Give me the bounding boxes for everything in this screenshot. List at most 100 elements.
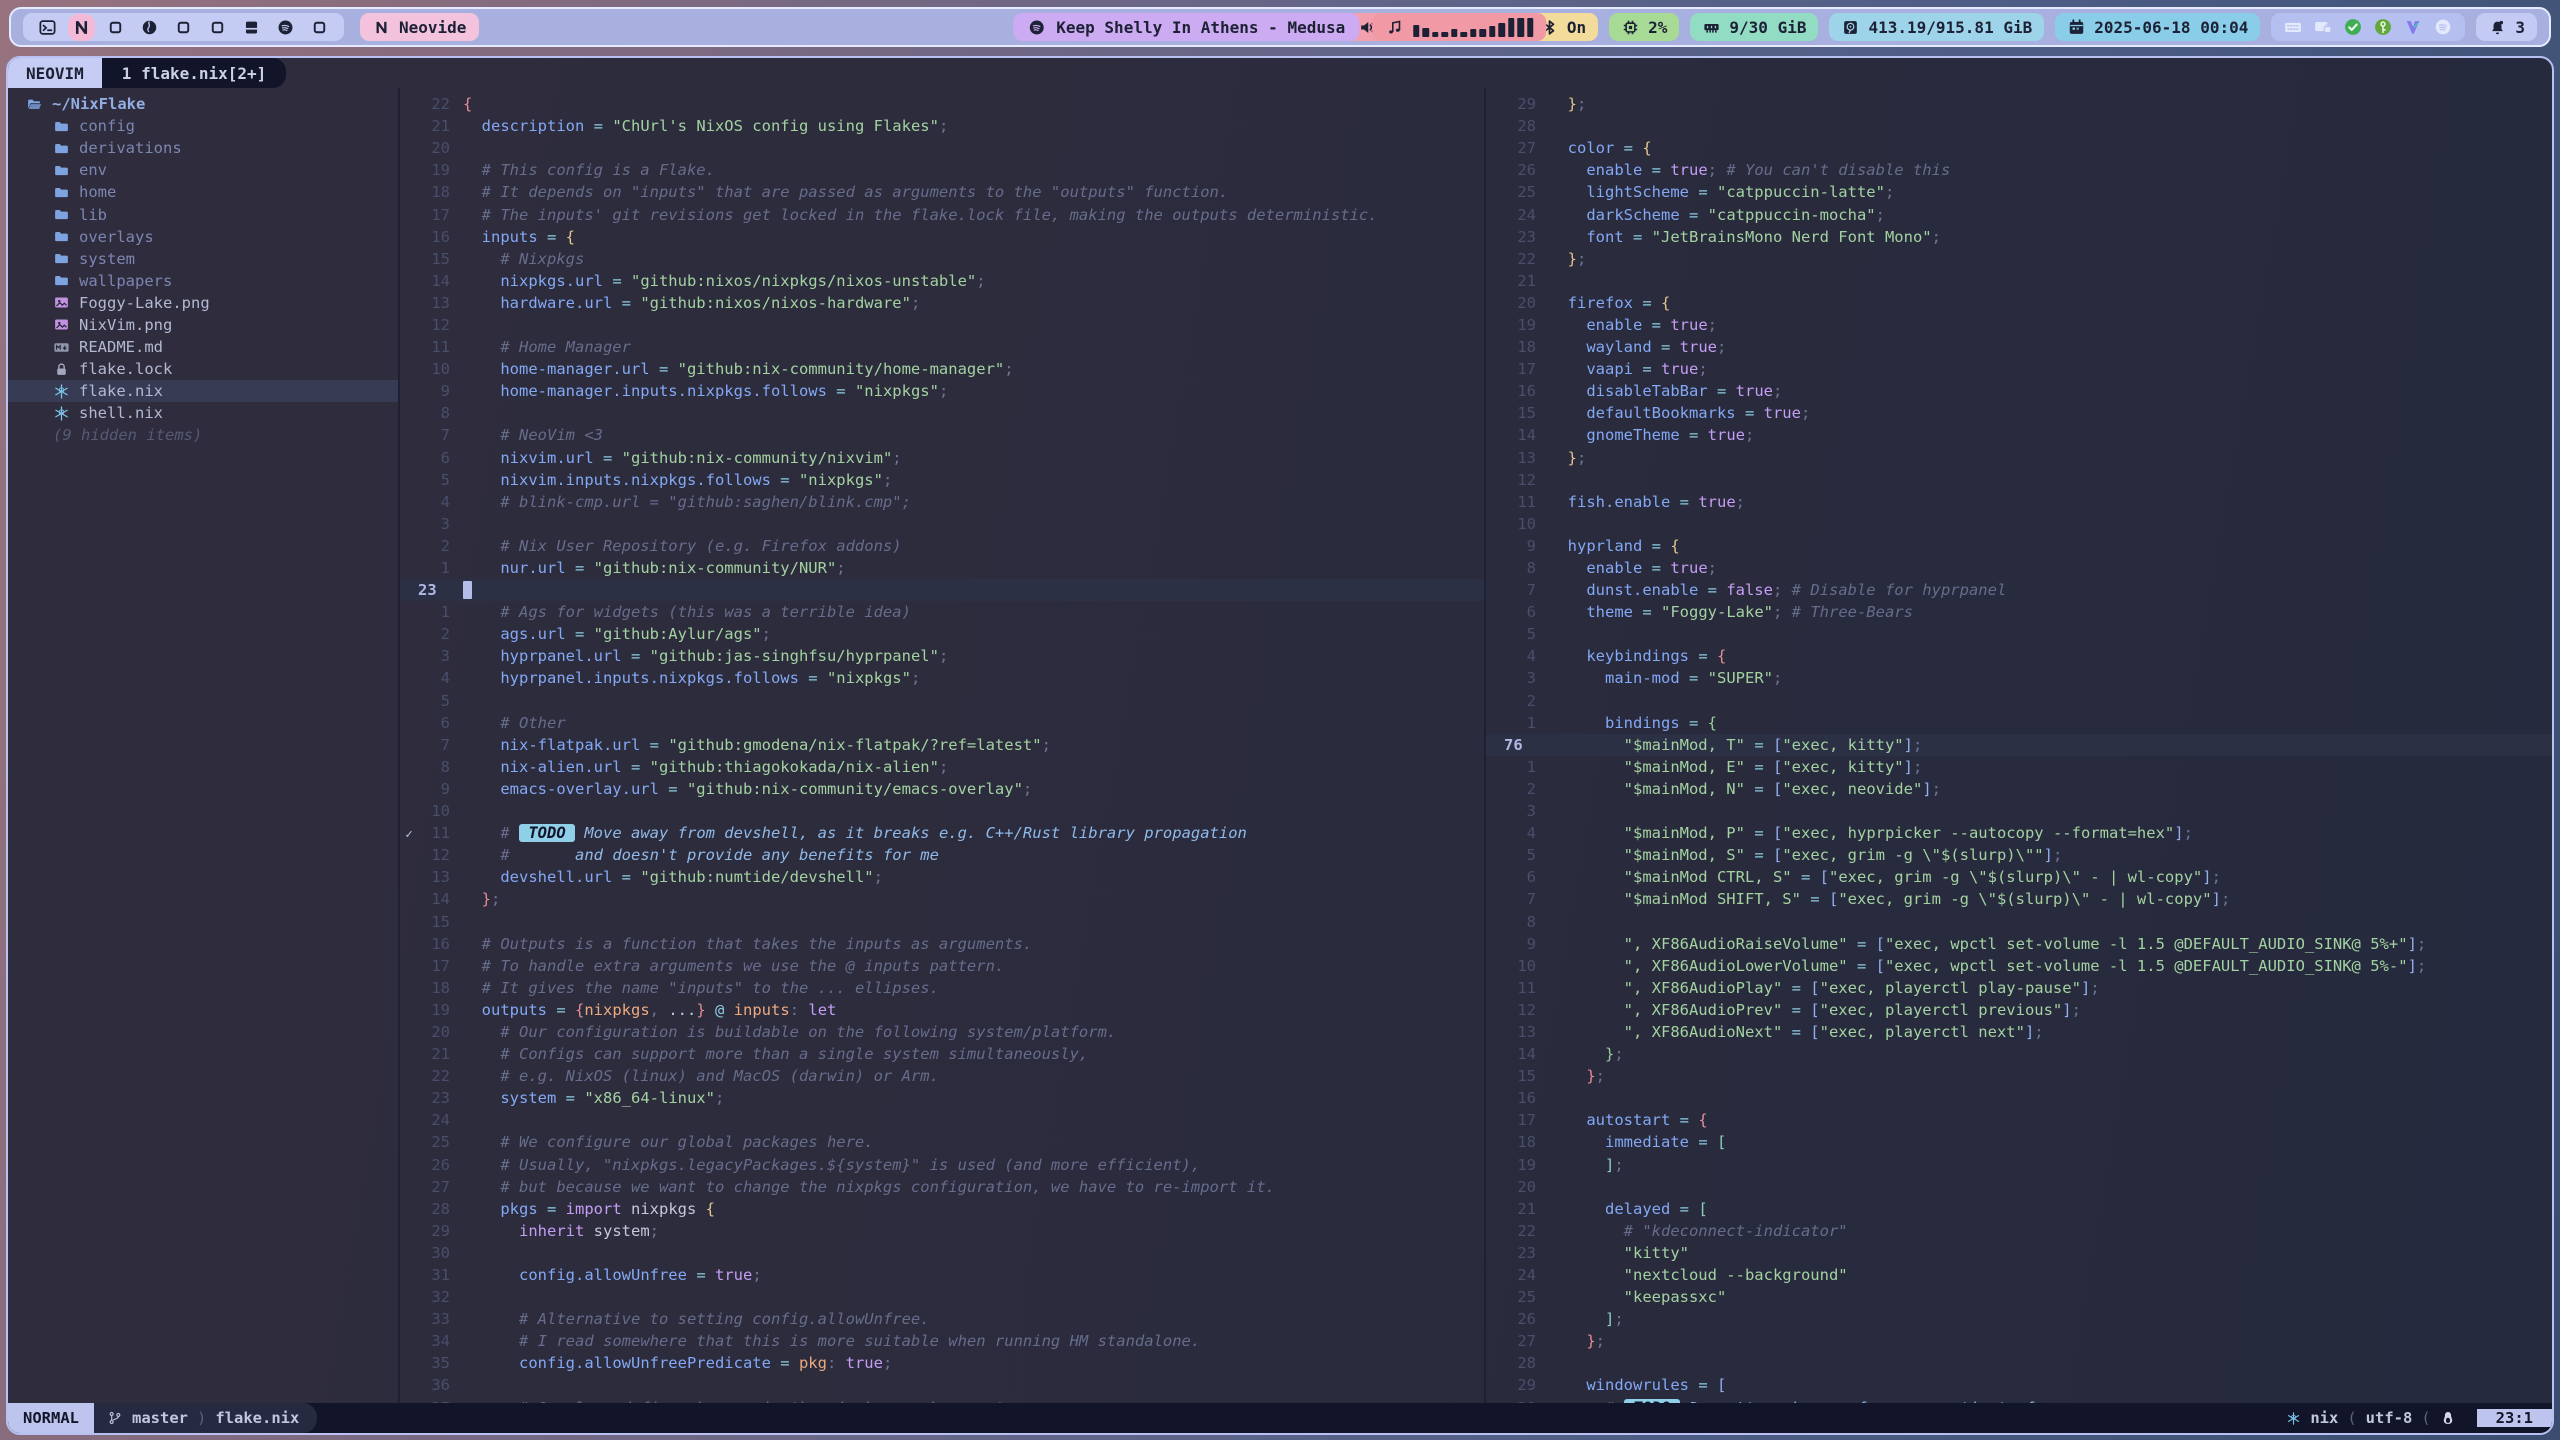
- code-line[interactable]: 9 emacs-overlay.url = "github:nix-commun…: [400, 778, 1484, 800]
- code-line[interactable]: 22{: [400, 93, 1484, 115]
- tree-item-readme.md[interactable]: README.md: [8, 336, 398, 358]
- code-line[interactable]: 15 # Nixpkgs: [400, 248, 1484, 270]
- code-line[interactable]: 27 };: [1486, 1330, 2552, 1352]
- tree-item--nixflake[interactable]: ~/NixFlake: [8, 93, 398, 115]
- code-line[interactable]: 31 config.allowUnfree = true;: [400, 1264, 1484, 1286]
- code-line[interactable]: 11 ", XF86AudioPlay" = ["exec, playerctl…: [1486, 977, 2552, 999]
- code-line[interactable]: 3: [1486, 800, 2552, 822]
- code-line[interactable]: 14 };: [1486, 1043, 2552, 1065]
- code-line[interactable]: 26 # Usually, "nixpkgs.legacyPackages.${…: [400, 1154, 1484, 1176]
- code-line[interactable]: 21 delayed = [: [1486, 1198, 2552, 1220]
- code-line[interactable]: 21 description = "ChUrl's NixOS config u…: [400, 115, 1484, 137]
- tree-item-wallpapers[interactable]: wallpapers: [8, 270, 398, 292]
- code-line[interactable]: 23 "kitty": [1486, 1242, 2552, 1264]
- code-line[interactable]: 33 # Alternative to setting config.allow…: [400, 1308, 1484, 1330]
- code-line[interactable]: 22 };: [1486, 248, 2552, 270]
- code-line[interactable]: 18 immediate = [: [1486, 1131, 2552, 1153]
- code-line[interactable]: 25 lightScheme = "catppuccin-latte";: [1486, 181, 2552, 203]
- code-line[interactable]: 12 ", XF86AudioPrev" = ["exec, playerctl…: [1486, 999, 2552, 1021]
- code-line-current[interactable]: 76 "$mainMod, T" = ["exec, kitty"];: [1486, 734, 2552, 756]
- code-line[interactable]: 22 # e.g. NixOS (linux) and MacOS (darwi…: [400, 1065, 1484, 1087]
- code-line[interactable]: 24: [400, 1109, 1484, 1131]
- code-line[interactable]: 20 firefox = {: [1486, 292, 2552, 314]
- code-line[interactable]: 35 config.allowUnfreePredicate = pkg: tr…: [400, 1352, 1484, 1374]
- code-line[interactable]: 8 nix-alien.url = "github:thiagokokada/n…: [400, 756, 1484, 778]
- tree-item-config[interactable]: config: [8, 115, 398, 137]
- code-line[interactable]: 6 # Other: [400, 712, 1484, 734]
- tree-item-flake.nix[interactable]: flake.nix: [8, 380, 398, 402]
- terminal-icon[interactable]: [38, 18, 57, 37]
- code-line[interactable]: 25 # We configure our global packages he…: [400, 1131, 1484, 1153]
- code-line[interactable]: 9 ", XF86AudioRaiseVolume" = ["exec, wpc…: [1486, 933, 2552, 955]
- code-line[interactable]: 3 hyprpanel.url = "github:jas-singhfsu/h…: [400, 645, 1484, 667]
- tree-item-lib[interactable]: lib: [8, 203, 398, 225]
- check-tray-icon[interactable]: [2343, 17, 2363, 37]
- code-line[interactable]: 18 # It depends on "inputs" that are pas…: [400, 181, 1484, 203]
- neovide-icon[interactable]: [72, 18, 91, 37]
- code-line[interactable]: 1 nur.url = "github:nix-community/NUR";: [400, 557, 1484, 579]
- code-line[interactable]: 13 devshell.url = "github:numtide/devshe…: [400, 866, 1484, 888]
- code-line[interactable]: 26 ];: [1486, 1308, 2552, 1330]
- code-line[interactable]: 23 font = "JetBrainsMono Nerd Font Mono"…: [1486, 226, 2552, 248]
- code-line[interactable]: 32: [400, 1286, 1484, 1308]
- code-line[interactable]: 16: [1486, 1087, 2552, 1109]
- code-line[interactable]: 2: [1486, 690, 2552, 712]
- code-line[interactable]: 8: [1486, 910, 2552, 932]
- code-line[interactable]: 19 ];: [1486, 1154, 2552, 1176]
- code-line[interactable]: 34 # I read somewhere that this is more …: [400, 1330, 1484, 1352]
- code-line[interactable]: 17 # The inputs' git revisions get locke…: [400, 203, 1484, 225]
- code-line[interactable]: 10: [400, 800, 1484, 822]
- code-line[interactable]: 2 # Nix User Repository (e.g. Firefox ad…: [400, 535, 1484, 557]
- code-line[interactable]: 4 # blink-cmp.url = "github:saghen/blink…: [400, 491, 1484, 513]
- code-line[interactable]: 17 autostart = {: [1486, 1109, 2552, 1131]
- code-line[interactable]: 19 enable = true;: [1486, 314, 2552, 336]
- code-line[interactable]: 9 hyprland = {: [1486, 535, 2552, 557]
- code-line[interactable]: 4 hyprpanel.inputs.nixpkgs.follows = "ni…: [400, 667, 1484, 689]
- code-line[interactable]: 8 enable = true;: [1486, 557, 2552, 579]
- code-line[interactable]: 3: [400, 513, 1484, 535]
- tree-item-derivations[interactable]: derivations: [8, 137, 398, 159]
- code-line[interactable]: 20: [400, 137, 1484, 159]
- code-line[interactable]: 29 };: [1486, 93, 2552, 115]
- code-line[interactable]: 17 # To handle extra arguments we use th…: [400, 955, 1484, 977]
- code-line[interactable]: 16 # Outputs is a function that takes th…: [400, 933, 1484, 955]
- code-line[interactable]: 36: [400, 1374, 1484, 1396]
- cpu-pill[interactable]: 2%: [1609, 13, 1679, 41]
- files-icon[interactable]: [242, 18, 261, 37]
- screenshot-tray-icon[interactable]: [2313, 17, 2333, 37]
- spotify-tray-icon[interactable]: [2433, 17, 2453, 37]
- now-playing-pill[interactable]: Keep Shelly In Athens - Medusa: [1013, 13, 1359, 41]
- code-line[interactable]: 2 ags.url = "github:Aylur/ags";: [400, 623, 1484, 645]
- code-line[interactable]: 12 # and doesn't provide any benefits fo…: [400, 844, 1484, 866]
- disk-pill[interactable]: 413.19/915.81 GiB: [1829, 13, 2044, 41]
- code-line[interactable]: 24 darkScheme = "catppuccin-mocha";: [1486, 203, 2552, 225]
- memory-pill[interactable]: 9/30 GiB: [1690, 13, 1818, 41]
- system-tray-pill[interactable]: [2271, 13, 2465, 41]
- code-line[interactable]: 15: [400, 910, 1484, 932]
- vesktop-tray-icon[interactable]: [2403, 17, 2423, 37]
- keyboard-tray-icon[interactable]: [2283, 17, 2303, 37]
- code-line[interactable]: 7 dunst.enable = false; # Disable for hy…: [1486, 579, 2552, 601]
- code-line[interactable]: 28: [1486, 1352, 2552, 1374]
- code-line[interactable]: 26 enable = true; # You can't disable th…: [1486, 159, 2552, 181]
- code-line[interactable]: 4 "$mainMod, P" = ["exec, hyprpicker --a…: [1486, 822, 2552, 844]
- code-line[interactable]: 13 ", XF86AudioNext" = ["exec, playerctl…: [1486, 1021, 2552, 1043]
- code-line[interactable]: 2 "$mainMod, N" = ["exec, neovide"];: [1486, 778, 2552, 800]
- code-line[interactable]: 11 fish.enable = true;: [1486, 491, 2552, 513]
- code-line[interactable]: 12: [1486, 469, 2552, 491]
- code-line[interactable]: 7 "$mainMod SHIFT, S" = ["exec, grim -g …: [1486, 888, 2552, 910]
- code-line[interactable]: 19 # This config is a Flake.: [400, 159, 1484, 181]
- code-line[interactable]: 20: [1486, 1176, 2552, 1198]
- code-line[interactable]: 6 theme = "Foggy-Lake"; # Three-Bears: [1486, 601, 2552, 623]
- code-line[interactable]: 1 bindings = {: [1486, 712, 2552, 734]
- window-icon[interactable]: [174, 18, 193, 37]
- code-line[interactable]: 28 pkgs = import nixpkgs {: [400, 1198, 1484, 1220]
- code-line[interactable]: 27 # but because we want to change the n…: [400, 1176, 1484, 1198]
- librewolf-icon[interactable]: [140, 18, 159, 37]
- window-icon[interactable]: [208, 18, 227, 37]
- tree-item-nixvim.png[interactable]: NixVim.png: [8, 314, 398, 336]
- code-line[interactable]: 9 home-manager.inputs.nixpkgs.follows = …: [400, 380, 1484, 402]
- code-line[interactable]: 16 inputs = {: [400, 226, 1484, 248]
- code-line[interactable]: 24 "nextcloud --background": [1486, 1264, 2552, 1286]
- code-line[interactable]: 29 windowrules = [: [1486, 1374, 2552, 1396]
